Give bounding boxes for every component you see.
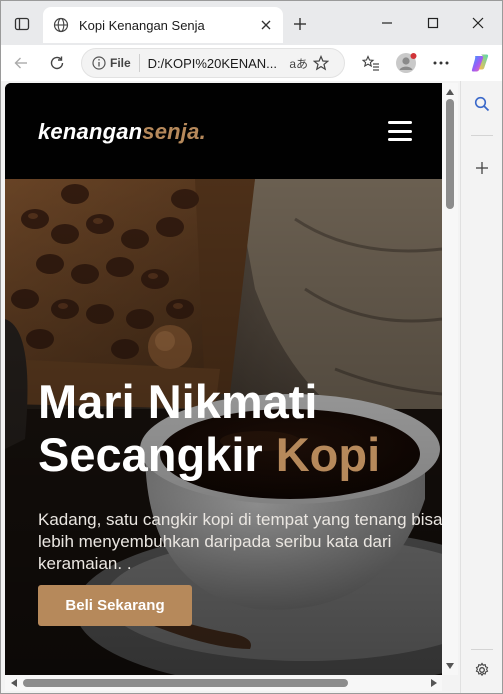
url-text[interactable]: D:/KOPI%20KENAN...	[148, 56, 288, 71]
logo-dot: .	[199, 119, 206, 144]
triangle-down-icon	[446, 663, 454, 669]
tab-title: Kopi Kenangan Senja	[79, 17, 205, 33]
tab-strip: Kopi Kenangan Senja	[1, 1, 502, 45]
search-sidebar-button[interactable]	[469, 91, 495, 117]
logo-main: kenangan	[38, 119, 143, 144]
profile-button[interactable]	[392, 49, 420, 77]
more-icon	[433, 61, 449, 65]
hamburger-menu-button[interactable]	[388, 121, 412, 141]
minimize-icon	[382, 22, 392, 24]
sidebar-divider	[471, 649, 493, 650]
more-button[interactable]	[427, 49, 455, 77]
site-navbar: kenangansenja.	[5, 83, 442, 179]
hero-description: Kadang, satu cangkir kopi di tempat yang…	[38, 510, 442, 573]
triangle-up-icon	[446, 89, 454, 95]
sidebar-divider	[471, 135, 493, 136]
tab-active[interactable]: Kopi Kenangan Senja	[43, 7, 283, 43]
triangle-right-icon	[431, 679, 437, 687]
hamburger-line	[388, 121, 412, 124]
gear-icon	[475, 662, 489, 677]
buy-now-button[interactable]: Beli Sekarang	[38, 585, 192, 626]
back-button[interactable]	[7, 49, 35, 77]
read-aloud-button[interactable]: aあ	[288, 52, 310, 74]
scroll-left-arrow[interactable]	[9, 678, 19, 688]
copilot-icon	[471, 54, 489, 72]
hero-title-line2-main: Secangkir	[38, 428, 276, 481]
hamburger-line	[388, 129, 412, 133]
browser-window: Kopi Kenangan Senja File D:/KOPI%20KENAN…	[0, 0, 503, 694]
scroll-right-arrow[interactable]	[429, 678, 439, 688]
favorites-list-icon	[362, 55, 379, 71]
refresh-icon	[50, 56, 64, 70]
close-icon	[261, 20, 271, 30]
triangle-left-icon	[11, 679, 17, 687]
scroll-up-arrow[interactable]	[445, 87, 455, 97]
hero-title-line1: Mari Nikmati	[38, 375, 318, 428]
browser-toolbar: File D:/KOPI%20KENAN... aあ	[1, 45, 502, 81]
logo-accent: senja	[142, 119, 200, 144]
minimize-button[interactable]	[373, 11, 401, 35]
hero-section: Mari Nikmati Secangkir Kopi Kadang, satu…	[5, 179, 442, 675]
scroll-down-arrow[interactable]	[445, 661, 455, 671]
site-logo[interactable]: kenangansenja.	[38, 119, 206, 145]
plus-icon	[476, 162, 488, 174]
browser-sidebar	[460, 81, 502, 693]
maximize-icon	[427, 17, 439, 29]
site-info-label: File	[110, 56, 131, 70]
maximize-button[interactable]	[419, 11, 447, 35]
favorites-button[interactable]	[357, 49, 385, 77]
new-tab-button[interactable]	[288, 12, 312, 36]
close-tab-button[interactable]	[255, 14, 277, 36]
avatar-icon	[396, 53, 417, 73]
globe-icon	[53, 17, 69, 33]
hamburger-line	[388, 138, 412, 141]
horizontal-scroll-thumb[interactable]	[23, 679, 348, 687]
hero-title-line2: Secangkir Kopi	[38, 428, 380, 481]
page-viewport: kenangansenja. Mari Nikmati Secangkir Ko…	[5, 83, 442, 675]
star-icon	[312, 55, 329, 71]
close-window-button[interactable]	[464, 11, 492, 35]
add-sidebar-app-button[interactable]	[469, 155, 495, 181]
site-info-button[interactable]: File	[92, 54, 140, 72]
address-bar[interactable]: File D:/KOPI%20KENAN... aあ	[81, 48, 345, 78]
search-icon	[474, 96, 490, 112]
refresh-button[interactable]	[43, 49, 71, 77]
customize-sidebar-button[interactable]	[469, 657, 495, 683]
horizontal-scrollbar[interactable]	[5, 675, 442, 691]
back-arrow-icon	[14, 57, 27, 69]
plus-icon	[294, 18, 306, 30]
info-icon	[92, 56, 106, 70]
read-aloud-icon: aあ	[289, 56, 309, 71]
vertical-scroll-thumb[interactable]	[446, 99, 454, 209]
tab-actions-icon	[14, 17, 30, 31]
vertical-scrollbar[interactable]	[442, 83, 458, 675]
copilot-button[interactable]	[466, 49, 494, 77]
close-window-icon	[472, 17, 484, 29]
tab-actions-button[interactable]	[9, 11, 35, 37]
hero-title-accent: Kopi	[275, 428, 381, 481]
favorite-button[interactable]	[310, 52, 332, 74]
hero-title: Mari Nikmati Secangkir Kopi	[38, 375, 380, 481]
